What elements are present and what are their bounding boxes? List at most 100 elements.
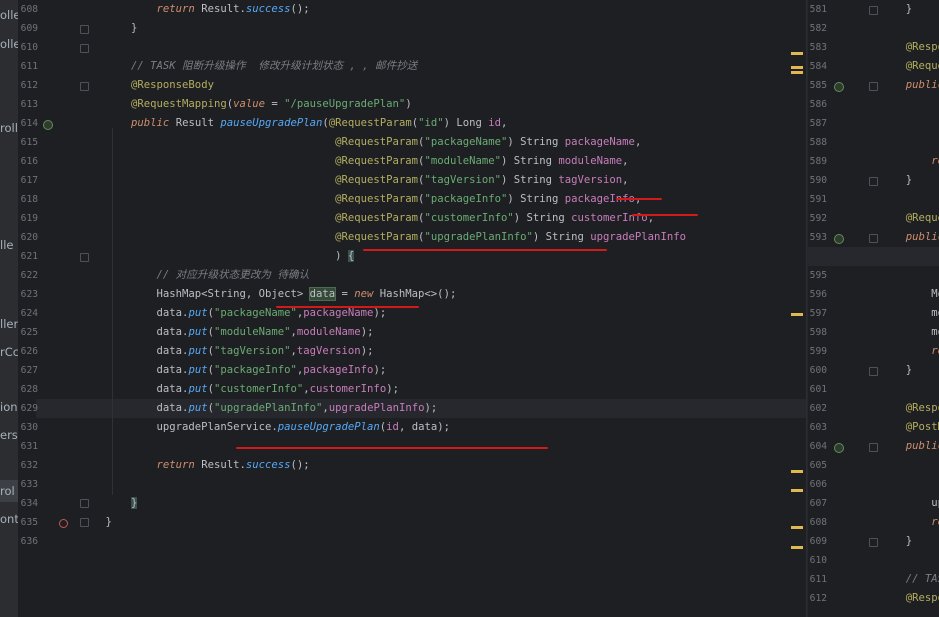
- implementation-gutter-icon[interactable]: [834, 82, 844, 92]
- line-number[interactable]: 622: [18, 266, 38, 285]
- line-number[interactable]: 626: [18, 342, 38, 361]
- code-text[interactable]: public: [893, 76, 939, 95]
- code-text[interactable]: public: [893, 437, 939, 456]
- line-number[interactable]: 583: [807, 38, 827, 57]
- code-text[interactable]: @PostMa: [893, 418, 939, 437]
- line-number[interactable]: 599: [807, 342, 827, 361]
- code-text[interactable]: @RequestParam("upgradePlanInfo") String …: [80, 228, 686, 247]
- line-number[interactable]: 603: [807, 418, 827, 437]
- scrollbar-warning-mark[interactable]: [791, 66, 803, 69]
- sidebar-item-fragment[interactable]: ion: [0, 400, 18, 414]
- fold-icon[interactable]: [869, 234, 878, 243]
- editor-right-pane[interactable]: 581 } 582583 @Respon 584 @Reques 585 public…: [807, 0, 939, 617]
- code-text[interactable]: @RequestMapping(value = "/pauseUpgradePl…: [80, 95, 412, 114]
- scrollbar-warning-mark[interactable]: [791, 313, 803, 316]
- code-text[interactable]: public: [893, 228, 939, 247]
- line-number[interactable]: 612: [807, 589, 827, 608]
- sidebar-item-fragment[interactable]: olle: [0, 8, 18, 22]
- line-number[interactable]: 620: [18, 228, 38, 247]
- sidebar-item-fragment[interactable]: ers: [0, 428, 18, 442]
- line-number[interactable]: 592: [807, 209, 827, 228]
- code-text[interactable]: }: [893, 532, 912, 551]
- scrollbar-warning-mark[interactable]: [791, 546, 803, 549]
- code-text[interactable]: data.put("packageInfo",packageInfo);: [80, 361, 387, 380]
- code-text[interactable]: ret: [893, 152, 939, 171]
- line-number[interactable]: 597: [807, 304, 827, 323]
- line-number[interactable]: 586: [807, 95, 827, 114]
- line-number[interactable]: 627: [18, 361, 38, 380]
- scrollbar-warning-mark[interactable]: [791, 71, 803, 74]
- code-text[interactable]: public Result pauseUpgradePlan(@RequestP…: [80, 114, 507, 133]
- code-text[interactable]: @RequestParam("packageInfo") String pack…: [80, 190, 641, 209]
- sidebar-item-fragment[interactable]: olle: [0, 37, 18, 51]
- line-number[interactable]: 618: [18, 190, 38, 209]
- line-number[interactable]: 598: [807, 323, 827, 342]
- sidebar-item-fragment[interactable]: rCc: [0, 345, 18, 359]
- editor-main[interactable]: 608 return Result.success(); 609 } 610 611 …: [18, 0, 822, 617]
- scrollbar-warning-mark[interactable]: [791, 52, 803, 55]
- code-text[interactable]: @Reques: [893, 209, 939, 228]
- line-number[interactable]: 611: [18, 57, 38, 76]
- line-number[interactable]: 596: [807, 285, 827, 304]
- line-number[interactable]: 609: [807, 532, 827, 551]
- line-number[interactable]: 600: [807, 361, 827, 380]
- line-number[interactable]: 615: [18, 133, 38, 152]
- scrollbar-warning-mark[interactable]: [791, 489, 803, 492]
- fold-icon[interactable]: [80, 253, 89, 262]
- code-text[interactable]: }: [893, 171, 912, 190]
- line-number[interactable]: 609: [18, 19, 38, 38]
- line-number[interactable]: 607: [807, 494, 827, 513]
- fold-icon[interactable]: [869, 177, 878, 186]
- line-number[interactable]: 608: [807, 513, 827, 532]
- code-text[interactable]: upg: [893, 494, 939, 513]
- line-number[interactable]: 614: [18, 114, 38, 133]
- line-number[interactable]: 584: [807, 57, 827, 76]
- code-text[interactable]: // 对应升级状态更改为 待确认: [80, 266, 310, 285]
- line-number[interactable]: 610: [807, 551, 827, 570]
- line-number[interactable]: 616: [18, 152, 38, 171]
- sidebar-item-fragment[interactable]: ller: [0, 317, 18, 331]
- code-text[interactable]: ret: [893, 342, 939, 361]
- line-number[interactable]: 635: [18, 513, 38, 532]
- code-text[interactable]: }: [893, 0, 912, 19]
- code-text[interactable]: @Reques: [893, 57, 939, 76]
- line-number[interactable]: 628: [18, 380, 38, 399]
- line-number[interactable]: 617: [18, 171, 38, 190]
- code-text[interactable]: return Result.success();: [80, 456, 310, 475]
- implementation-gutter-icon[interactable]: [834, 234, 844, 244]
- project-sidebar[interactable]: olle olle roll lle ller rCc ion ers rol ont: [0, 0, 18, 617]
- sidebar-item-fragment[interactable]: rol: [0, 484, 15, 498]
- line-number[interactable]: 606: [807, 475, 827, 494]
- line-number[interactable]: 611: [807, 570, 827, 589]
- code-text[interactable]: @RequestParam("moduleName") String modul…: [80, 152, 628, 171]
- line-number[interactable]: 631: [18, 437, 38, 456]
- code-text[interactable]: data.put("customerInfo",customerInfo);: [80, 380, 399, 399]
- code-text[interactable]: Moc: [893, 285, 939, 304]
- line-number[interactable]: 605: [807, 456, 827, 475]
- code-text[interactable]: @RequestParam("customerInfo") String cus…: [80, 209, 654, 228]
- code-text[interactable]: moc: [893, 304, 939, 323]
- sidebar-item-fragment[interactable]: ont: [0, 512, 18, 526]
- line-number[interactable]: 629: [18, 399, 38, 418]
- fold-icon[interactable]: [80, 499, 89, 508]
- line-number[interactable]: 612: [18, 76, 38, 95]
- line-number[interactable]: 634: [18, 494, 38, 513]
- line-number[interactable]: 625: [18, 323, 38, 342]
- code-text[interactable]: // TASK 阻断升级操作 修改升级计划状态 , , 邮件抄送: [80, 57, 417, 76]
- code-text[interactable]: moc: [893, 323, 939, 342]
- code-text[interactable]: @Respon: [893, 38, 939, 57]
- fold-icon[interactable]: [80, 82, 89, 91]
- line-number[interactable]: 604: [807, 437, 827, 456]
- code-text[interactable]: data.put("tagVersion",tagVersion);: [80, 342, 374, 361]
- code-text[interactable]: ) {: [80, 247, 355, 266]
- line-number[interactable]: 581: [807, 0, 827, 19]
- breakpoint-icon[interactable]: [59, 519, 68, 528]
- fold-icon[interactable]: [80, 25, 89, 34]
- line-number[interactable]: 608: [18, 0, 38, 19]
- code-text[interactable]: upgradePlanService.pauseUpgradePlan(id, …: [80, 418, 450, 437]
- code-text[interactable]: @RequestParam("tagVersion") String tagVe…: [80, 171, 628, 190]
- line-number[interactable]: 587: [807, 114, 827, 133]
- code-text[interactable]: }: [893, 361, 912, 380]
- line-number[interactable]: 593: [807, 228, 827, 247]
- fold-icon[interactable]: [869, 367, 878, 376]
